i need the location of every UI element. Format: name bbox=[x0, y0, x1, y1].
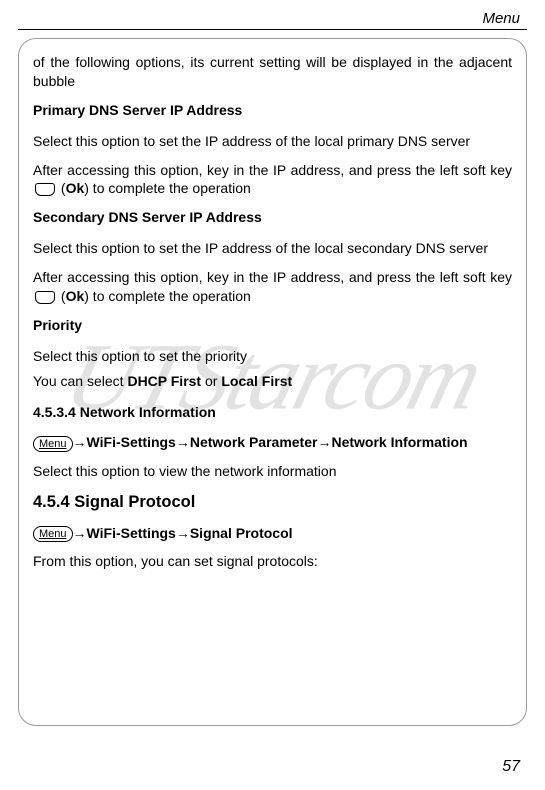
primary-dns-p2: After accessing this option, key in the … bbox=[33, 161, 512, 199]
local-first-label: Local First bbox=[221, 373, 292, 389]
arrow-icon: → bbox=[73, 525, 87, 541]
ok-label: Ok bbox=[66, 288, 85, 304]
network-info-path: Menu→WiFi-Settings→Network Parameter→Net… bbox=[33, 433, 512, 452]
content-frame: UTStarcom of the following options, its … bbox=[18, 38, 527, 726]
network-info-p1: Select this option to view the network i… bbox=[33, 462, 512, 481]
menu-icon: Menu bbox=[33, 526, 73, 542]
menu-icon: Menu bbox=[33, 436, 73, 452]
text-fragment: ) to complete the operation bbox=[84, 180, 251, 196]
softkey-icon bbox=[35, 183, 55, 196]
primary-dns-heading: Primary DNS Server IP Address bbox=[33, 101, 512, 120]
priority-p1: Select this option to set the priority bbox=[33, 347, 512, 366]
arrow-icon: → bbox=[176, 525, 190, 541]
arrow-icon: → bbox=[317, 434, 331, 450]
secondary-dns-heading: Secondary DNS Server IP Address bbox=[33, 208, 512, 227]
text-fragment: You can select bbox=[33, 373, 127, 389]
text-fragment: or bbox=[201, 373, 221, 389]
secondary-dns-p1: Select this option to set the IP address… bbox=[33, 239, 512, 258]
priority-heading: Priority bbox=[33, 316, 512, 335]
dhcp-first-label: DHCP First bbox=[127, 373, 201, 389]
signal-protocol-heading: 4.5.4 Signal Protocol bbox=[33, 491, 512, 513]
signal-protocol-p1: From this option, you can set signal pro… bbox=[33, 552, 512, 571]
text-fragment: After accessing this option, key in the … bbox=[33, 269, 512, 285]
page-number: 57 bbox=[502, 758, 520, 776]
menu-icon-label: Menu bbox=[39, 528, 67, 540]
text-fragment: ( bbox=[57, 288, 66, 304]
arrow-icon: → bbox=[176, 434, 190, 450]
path-signal-protocol: Signal Protocol bbox=[190, 525, 293, 541]
content-body: of the following options, its current se… bbox=[33, 53, 512, 571]
arrow-icon: → bbox=[73, 434, 87, 450]
secondary-dns-p2: After accessing this option, key in the … bbox=[33, 268, 512, 306]
intro-text: of the following options, its current se… bbox=[33, 53, 512, 91]
priority-p2: You can select DHCP First or Local First bbox=[33, 372, 512, 391]
text-fragment: ( bbox=[57, 180, 66, 196]
softkey-icon bbox=[35, 291, 55, 304]
path-network-information: Network Information bbox=[331, 434, 467, 450]
ok-label: Ok bbox=[66, 180, 85, 196]
network-info-heading: 4.5.3.4 Network Information bbox=[33, 403, 512, 422]
text-fragment: ) to complete the operation bbox=[84, 288, 251, 304]
path-wifi-settings: WiFi-Settings bbox=[87, 525, 176, 541]
path-wifi-settings: WiFi-Settings bbox=[87, 434, 176, 450]
menu-icon-label: Menu bbox=[39, 438, 67, 450]
text-fragment: After accessing this option, key in the … bbox=[33, 162, 512, 178]
primary-dns-p1: Select this option to set the IP address… bbox=[33, 132, 512, 151]
signal-protocol-path: Menu→WiFi-Settings→Signal Protocol bbox=[33, 524, 512, 543]
path-network-parameter: Network Parameter bbox=[190, 434, 318, 450]
page-header: Menu bbox=[0, 0, 545, 29]
header-divider bbox=[18, 29, 527, 30]
